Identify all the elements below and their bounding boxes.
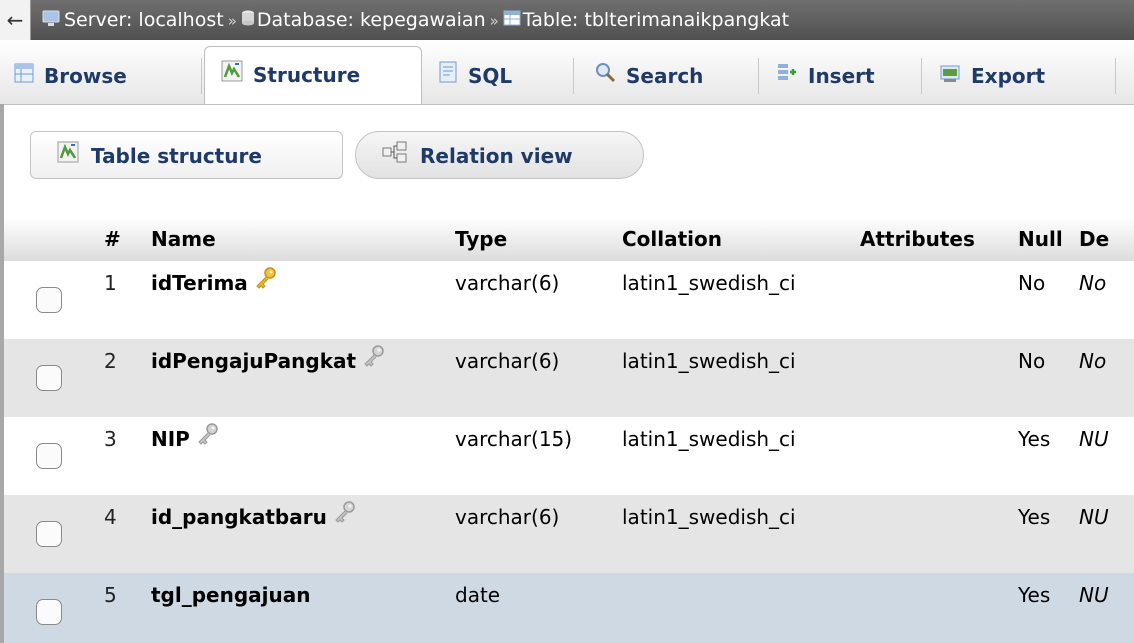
tab-structure[interactable]: Structure xyxy=(204,46,422,104)
tab-label: Insert xyxy=(808,64,875,88)
index-key-icon xyxy=(196,417,220,461)
column-name-text: idTerima xyxy=(151,271,248,295)
column-name-text: idPengajuPangkat xyxy=(151,349,357,373)
insert-icon xyxy=(776,48,798,104)
column-type: varchar(6) xyxy=(455,349,560,373)
tab-search[interactable]: Search xyxy=(594,48,703,104)
tab-divider xyxy=(201,58,202,94)
column-collation: latin1_swedish_ci xyxy=(622,271,796,295)
table-structure-icon xyxy=(57,132,79,180)
tab-label: Structure xyxy=(253,63,361,87)
row-number: 4 xyxy=(104,505,117,529)
column-name: tgl_pengajuan xyxy=(151,573,311,617)
back-arrow-icon[interactable]: ← xyxy=(0,0,31,40)
breadcrumb-database[interactable]: Database: kepegawaian xyxy=(257,9,486,31)
row-checkbox[interactable] xyxy=(36,443,62,469)
breadcrumb-server[interactable]: Server: localhost xyxy=(64,9,224,31)
column-collation: latin1_swedish_ci xyxy=(622,505,796,529)
column-name: idTerima xyxy=(151,261,278,305)
row-number: 1 xyxy=(104,271,117,295)
tab-export[interactable]: Export xyxy=(939,48,1045,104)
column-name-text: id_pangkatbaru xyxy=(151,505,327,529)
tab-label: Browse xyxy=(44,64,127,88)
tab-divider xyxy=(1115,58,1116,94)
index-key-icon xyxy=(362,339,386,383)
column-type: varchar(6) xyxy=(455,505,560,529)
relation-view-label: Relation view xyxy=(420,144,573,168)
breadcrumb: ← Server: localhost» Database: kepegawai… xyxy=(0,0,1134,40)
table-icon xyxy=(503,1,521,41)
table-row[interactable]: 3 NIP varchar(15) latin1_swedish_ci Yes … xyxy=(4,417,1134,495)
column-header-attributes[interactable]: Attributes xyxy=(860,217,975,261)
column-collation: latin1_swedish_ci xyxy=(622,427,796,451)
column-header-name[interactable]: Name xyxy=(151,217,216,261)
column-header-type[interactable]: Type xyxy=(455,217,507,261)
breadcrumb-table[interactable]: Table: tblterimanaikpangkat xyxy=(523,9,789,31)
search-icon xyxy=(594,48,616,104)
database-icon xyxy=(241,1,255,41)
index-key-icon xyxy=(333,495,357,539)
column-type: date xyxy=(455,583,501,607)
tab-divider xyxy=(758,58,759,94)
export-icon xyxy=(939,48,961,104)
column-name: id_pangkatbaru xyxy=(151,495,357,539)
primary-key-icon xyxy=(254,261,278,305)
tab-insert[interactable]: Insert xyxy=(776,48,875,104)
browse-icon xyxy=(14,48,34,104)
table-structure-button[interactable]: Table structure xyxy=(30,131,343,179)
column-header-default[interactable]: De xyxy=(1079,217,1109,261)
column-default: No xyxy=(1079,271,1107,295)
tab-label: SQL xyxy=(468,64,513,88)
row-number: 5 xyxy=(104,583,117,607)
column-default: NU xyxy=(1079,583,1109,607)
tab-label: Export xyxy=(971,64,1046,88)
table-header: # Name Type Collation Attributes Null De xyxy=(4,217,1134,261)
column-null: No xyxy=(1018,271,1046,295)
row-checkbox[interactable] xyxy=(36,287,62,313)
tab-browse[interactable]: Browse xyxy=(14,48,127,104)
column-type: varchar(6) xyxy=(455,271,560,295)
column-header-collation[interactable]: Collation xyxy=(622,217,722,261)
column-null: Yes xyxy=(1018,505,1051,529)
column-type: varchar(15) xyxy=(455,427,573,451)
column-name: NIP xyxy=(151,417,220,461)
column-null: Yes xyxy=(1018,427,1051,451)
tab-sql[interactable]: SQL xyxy=(438,48,512,104)
sql-icon xyxy=(438,48,458,104)
column-name: idPengajuPangkat xyxy=(151,339,386,383)
table-row[interactable]: 5 tgl_pengajuan date Yes NU xyxy=(4,573,1134,643)
column-default: NU xyxy=(1079,505,1109,529)
column-name-text: tgl_pengajuan xyxy=(151,583,311,607)
row-number: 3 xyxy=(104,427,117,451)
breadcrumb-separator: » xyxy=(227,12,237,30)
table-row[interactable]: 4 id_pangkatbaru varchar(6) latin1_swedi… xyxy=(4,495,1134,573)
column-null: Yes xyxy=(1018,583,1051,607)
row-number: 2 xyxy=(104,349,117,373)
table-row[interactable]: 2 idPengajuPangkat varchar(6) latin1_swe… xyxy=(4,339,1134,417)
column-name-text: NIP xyxy=(151,427,190,451)
column-header-null[interactable]: Null xyxy=(1018,217,1063,261)
tab-divider xyxy=(573,58,574,94)
breadcrumb-separator: » xyxy=(489,12,499,30)
column-default: NU xyxy=(1079,427,1109,451)
row-checkbox[interactable] xyxy=(36,521,62,547)
main-tab-bar: Browse Structure SQL Search Insert Expor… xyxy=(0,40,1134,105)
column-header-number[interactable]: # xyxy=(104,217,121,261)
column-null: No xyxy=(1018,349,1046,373)
tab-label: Search xyxy=(626,64,704,88)
relation-view-icon xyxy=(382,132,408,180)
column-default: No xyxy=(1079,349,1107,373)
row-checkbox[interactable] xyxy=(36,599,62,625)
row-checkbox[interactable] xyxy=(36,365,62,391)
table-row[interactable]: 1 idTerima varchar(6) latin1_swedish_ci … xyxy=(4,261,1134,339)
column-collation: latin1_swedish_ci xyxy=(622,349,796,373)
structure-icon xyxy=(221,47,243,103)
tab-divider xyxy=(921,58,922,94)
server-icon xyxy=(42,1,62,41)
table-structure-label: Table structure xyxy=(91,144,262,168)
relation-view-button[interactable]: Relation view xyxy=(355,131,644,179)
